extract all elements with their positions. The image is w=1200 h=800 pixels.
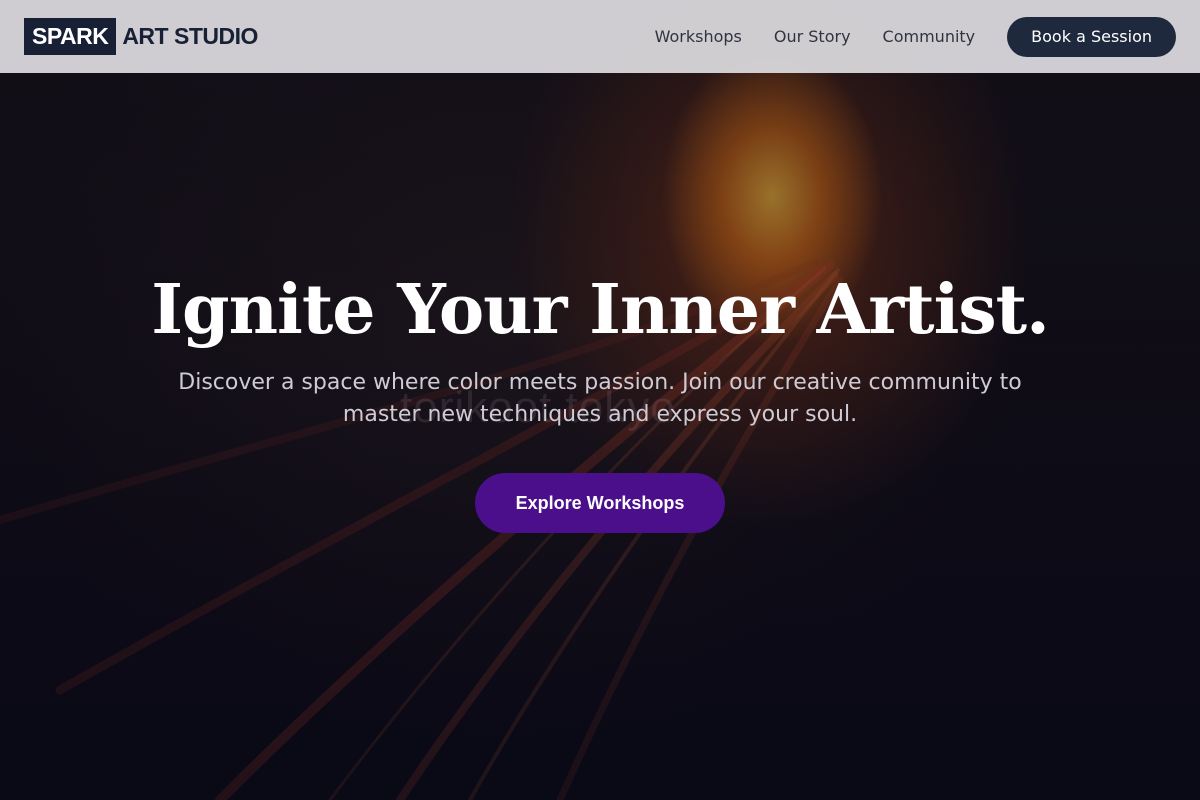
logo-box-text: SPARK bbox=[24, 18, 117, 55]
nav-link-workshops[interactable]: Workshops bbox=[655, 27, 742, 46]
top-navbar: SPARK ART STUDIO Workshops Our Story Com… bbox=[0, 0, 1200, 73]
brand-logo[interactable]: SPARK ART STUDIO bbox=[24, 18, 258, 55]
hero-subheadline: Discover a space where color meets passi… bbox=[178, 370, 1022, 427]
logo-wordmark: ART STUDIO bbox=[122, 23, 258, 49]
hero-headline: Ignite Your Inner Artist. bbox=[151, 270, 1050, 350]
explore-workshops-button[interactable]: Explore Workshops bbox=[475, 473, 725, 533]
book-session-button[interactable]: Book a Session bbox=[1007, 16, 1176, 57]
nav-link-community[interactable]: Community bbox=[883, 27, 976, 46]
nav-links: Workshops Our Story Community bbox=[655, 27, 976, 46]
nav-link-our-story[interactable]: Our Story bbox=[774, 27, 851, 46]
hero-content: Ignite Your Inner Artist. Discover a spa… bbox=[0, 270, 1200, 533]
